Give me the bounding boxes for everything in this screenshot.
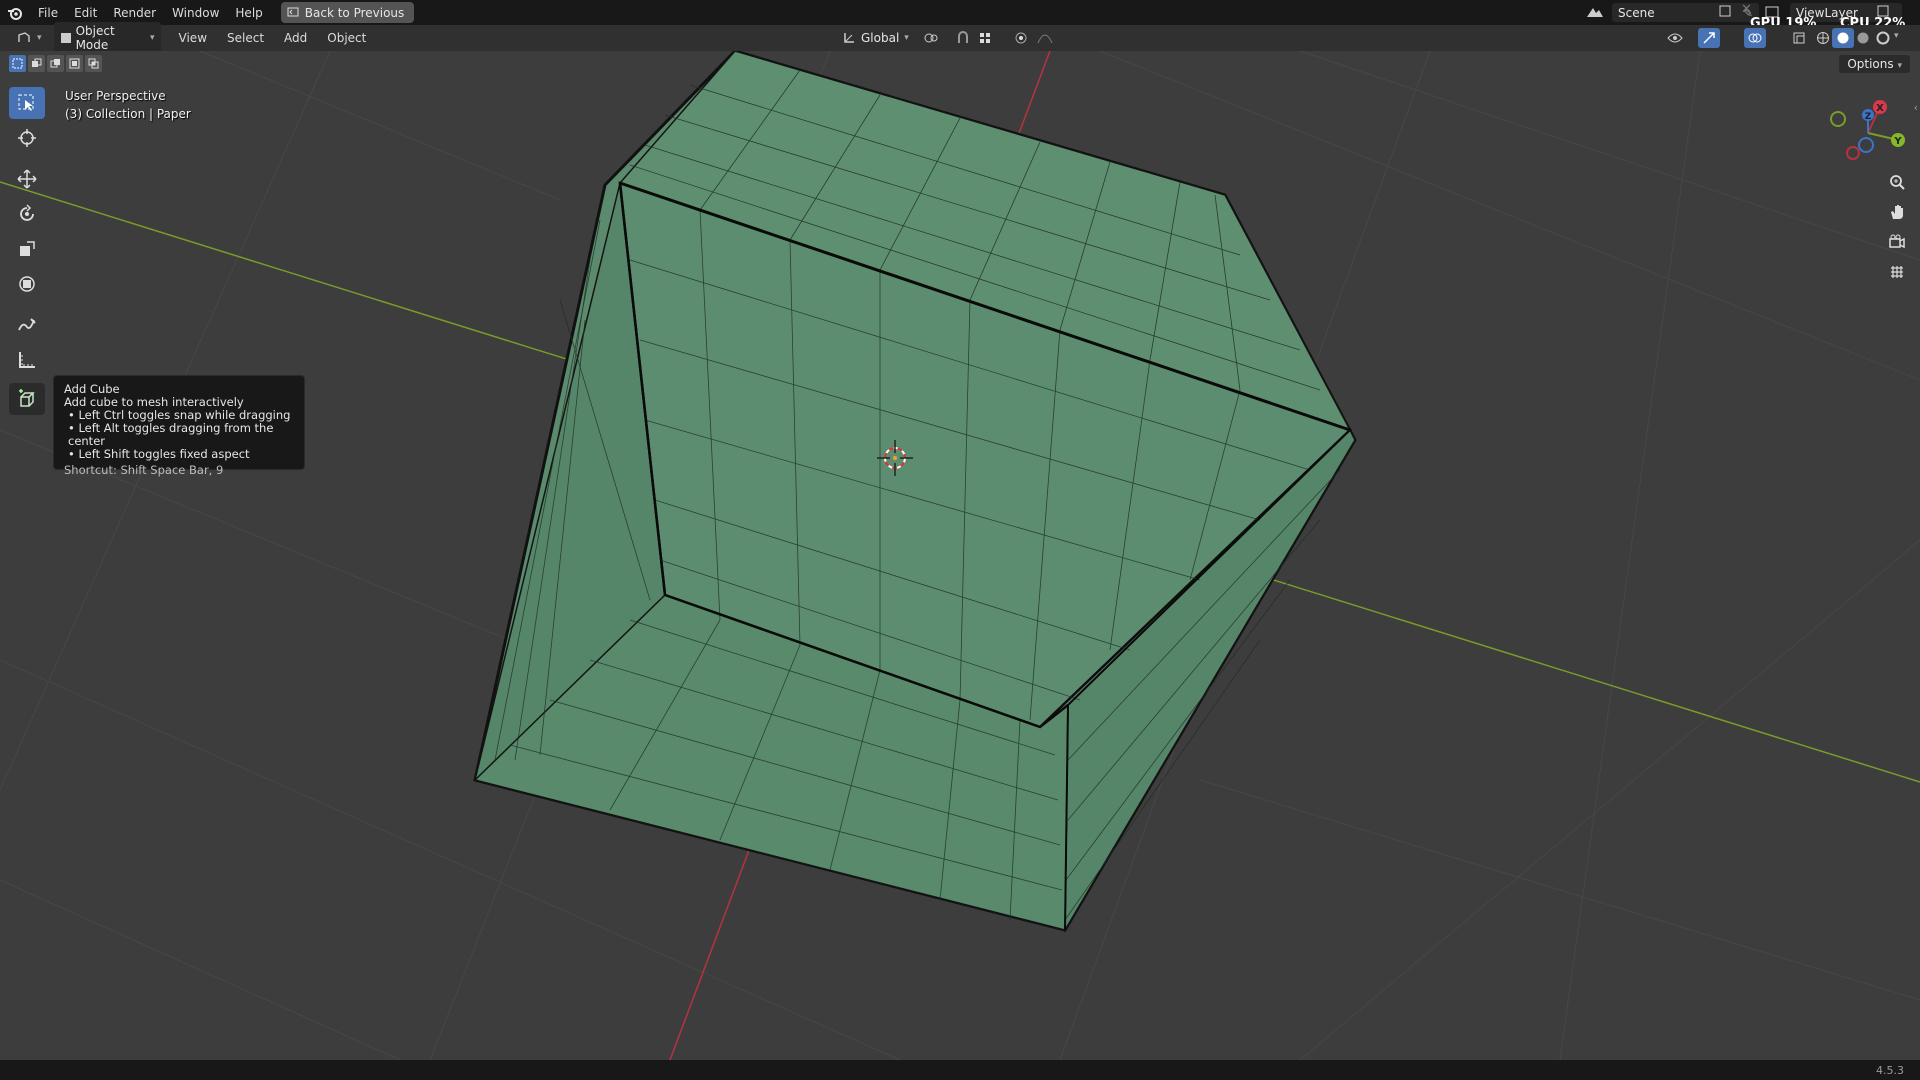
chevron-down-icon: ▾ xyxy=(904,33,909,43)
tooltip-hint: • Left Shift toggles fixed aspect xyxy=(68,447,250,461)
editor-type-dropdown[interactable]: ▾ xyxy=(10,29,48,47)
menu-edit[interactable]: Edit xyxy=(66,6,105,20)
menu-help[interactable]: Help xyxy=(227,6,270,20)
rotate-tool-icon[interactable] xyxy=(9,198,45,230)
menu-object[interactable]: Object xyxy=(317,31,376,45)
material-shading-icon[interactable] xyxy=(1852,28,1874,48)
scene-name-label: Scene xyxy=(1618,5,1655,20)
add-cube-tooltip: Add Cube Add cube to mesh interactively … xyxy=(53,375,305,477)
rendered-shading-icon[interactable] xyxy=(1872,28,1894,48)
select-intersect-icon[interactable] xyxy=(85,55,102,72)
blender-logo-icon[interactable] xyxy=(0,0,30,25)
object-mode-icon xyxy=(60,33,71,43)
chevron-down-icon: ▾ xyxy=(37,33,42,43)
options-label: Options xyxy=(1847,57,1894,71)
select-new-icon[interactable] xyxy=(9,55,26,72)
proportional-editing-icon[interactable] xyxy=(1010,28,1032,48)
3d-viewport-icon xyxy=(18,32,30,42)
measure-tool-icon[interactable] xyxy=(9,344,45,376)
sidebar-toggle-icon[interactable]: ‹ xyxy=(1914,101,1918,114)
add-cube-tool-icon[interactable] xyxy=(9,383,45,415)
options-dropdown[interactable]: Options ▾ xyxy=(1839,55,1910,73)
scale-tool-icon[interactable] xyxy=(9,233,45,265)
select-invert-icon[interactable] xyxy=(66,55,83,72)
scene-icon xyxy=(1587,8,1603,17)
select-subtract-icon[interactable] xyxy=(47,55,64,72)
tooltip-shortcut: Shortcut: Shift Space Bar, 9 xyxy=(64,463,224,477)
viewport-header: ▾ Object Mode ▾ View Select Add Object G… xyxy=(0,22,1920,54)
version-label: 4.5.3 xyxy=(1876,1063,1904,1077)
menu-add[interactable]: Add xyxy=(274,31,317,45)
collection-label: (3) Collection | Paper xyxy=(65,107,191,121)
select-box-tool-icon[interactable] xyxy=(9,87,45,119)
perspective-label: User Perspective xyxy=(65,89,166,103)
gizmo-neg-z-icon[interactable] xyxy=(1858,137,1874,153)
gizmo-x-label: X xyxy=(1876,103,1884,114)
chevron-down-icon: ▾ xyxy=(1897,61,1902,71)
chevron-down-icon: ▾ xyxy=(150,33,155,43)
viewport-info: User Perspective (3) Collection | Paper xyxy=(65,87,191,123)
back-to-previous-label: Back to Previous xyxy=(304,5,405,20)
top-bar: File Edit Render Window Help Back to Pre… xyxy=(0,0,1920,31)
delete-scene-icon[interactable]: ✕ xyxy=(1741,2,1752,17)
menu-render[interactable]: Render xyxy=(105,6,164,20)
xray-toggle-icon[interactable] xyxy=(1788,28,1810,48)
shading-options-chevron-icon[interactable]: ▾ xyxy=(1894,31,1899,41)
overlays-toggle-icon[interactable] xyxy=(1744,28,1766,48)
gizmo-neg-y-icon[interactable] xyxy=(1830,111,1846,127)
tooltip-hints: • Left Ctrl toggles snap while dragging … xyxy=(64,409,294,461)
menu-file[interactable]: File xyxy=(30,6,66,20)
gizmo-y-label: Y xyxy=(1893,136,1902,147)
falloff-curve-icon[interactable] xyxy=(1034,28,1056,48)
mode-dropdown[interactable]: Object Mode ▾ xyxy=(53,22,161,54)
gizmo-toggle-icon[interactable] xyxy=(1698,28,1720,48)
status-bar: 4.5.3 xyxy=(0,1060,1920,1080)
pivot-point-icon[interactable] xyxy=(920,28,942,48)
back-to-previous-button[interactable]: Back to Previous xyxy=(280,2,415,23)
screen-back-icon xyxy=(287,7,299,17)
navigation-gizmo[interactable]: X Y Z xyxy=(1828,93,1908,173)
orientation-global-icon xyxy=(844,33,854,43)
select-extend-icon[interactable] xyxy=(28,55,45,72)
new-scene-icon[interactable] xyxy=(1718,4,1732,21)
mode-label: Object Mode xyxy=(75,24,115,52)
menu-window[interactable]: Window xyxy=(164,6,227,20)
move-tool-icon[interactable] xyxy=(9,163,45,195)
blender-window: File Edit Render Window Help Back to Pre… xyxy=(0,0,1920,1080)
zoom-icon[interactable] xyxy=(1884,169,1910,195)
ortho-grid-icon[interactable] xyxy=(1884,259,1910,285)
cube-mesh[interactable] xyxy=(473,51,1357,933)
snap-toggle-icon[interactable] xyxy=(952,28,974,48)
menu-select[interactable]: Select xyxy=(217,31,274,45)
tooltip-hint: • Left Alt toggles dragging from the cen… xyxy=(68,421,274,448)
viewport-scene xyxy=(0,51,1920,1060)
scene-selector[interactable] xyxy=(1584,3,1606,21)
camera-view-icon[interactable] xyxy=(1884,229,1910,255)
gizmo-neg-x-icon[interactable] xyxy=(1846,146,1860,160)
wireframe-shading-icon[interactable] xyxy=(1812,28,1834,48)
visibility-eye-icon[interactable] xyxy=(1664,28,1686,48)
orientation-label: Global xyxy=(861,31,900,45)
snap-target-icon[interactable] xyxy=(974,28,996,48)
cursor-tool-icon[interactable] xyxy=(9,122,45,154)
scene-name-field[interactable]: Scene ✎ xyxy=(1612,3,1759,22)
transform-orientation-dropdown[interactable]: Global ▾ xyxy=(836,29,915,47)
annotate-tool-icon[interactable] xyxy=(9,309,45,341)
solid-shading-icon[interactable] xyxy=(1832,28,1854,48)
transform-tool-icon[interactable] xyxy=(9,268,45,300)
tool-shelf xyxy=(9,87,45,418)
3d-viewport[interactable]: User Perspective (3) Collection | Paper … xyxy=(0,51,1920,1060)
pan-hand-icon[interactable] xyxy=(1884,199,1910,225)
gizmo-z-label: Z xyxy=(1865,112,1872,122)
menu-view[interactable]: View xyxy=(169,31,217,45)
selection-mode-group xyxy=(9,55,102,72)
